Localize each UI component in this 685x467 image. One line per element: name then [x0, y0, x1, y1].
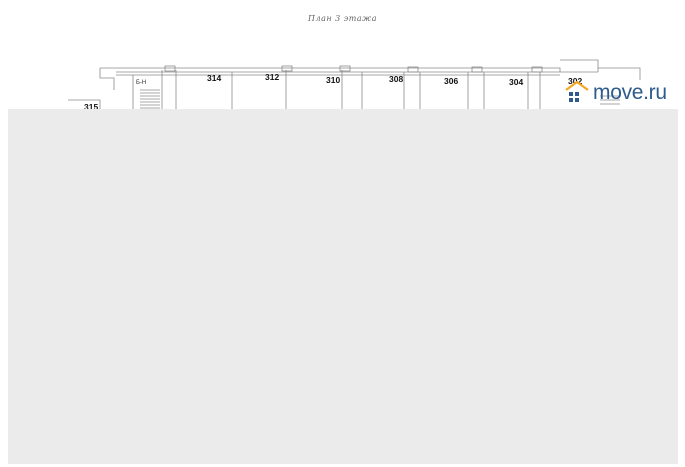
house-grid-icon: [565, 81, 589, 102]
room-label: 310: [326, 75, 341, 85]
room-label: 308: [389, 74, 404, 84]
room-label: 314: [207, 73, 222, 83]
room-label: 306: [444, 76, 459, 86]
logo-text: move.ru: [593, 81, 667, 104]
gray-overlay-panel: [8, 109, 678, 464]
stair-label: Б-Н: [136, 80, 147, 86]
room-label: 312: [265, 72, 280, 82]
brand-logo[interactable]: move.ru: [565, 80, 667, 106]
room-label: 304: [509, 77, 524, 87]
